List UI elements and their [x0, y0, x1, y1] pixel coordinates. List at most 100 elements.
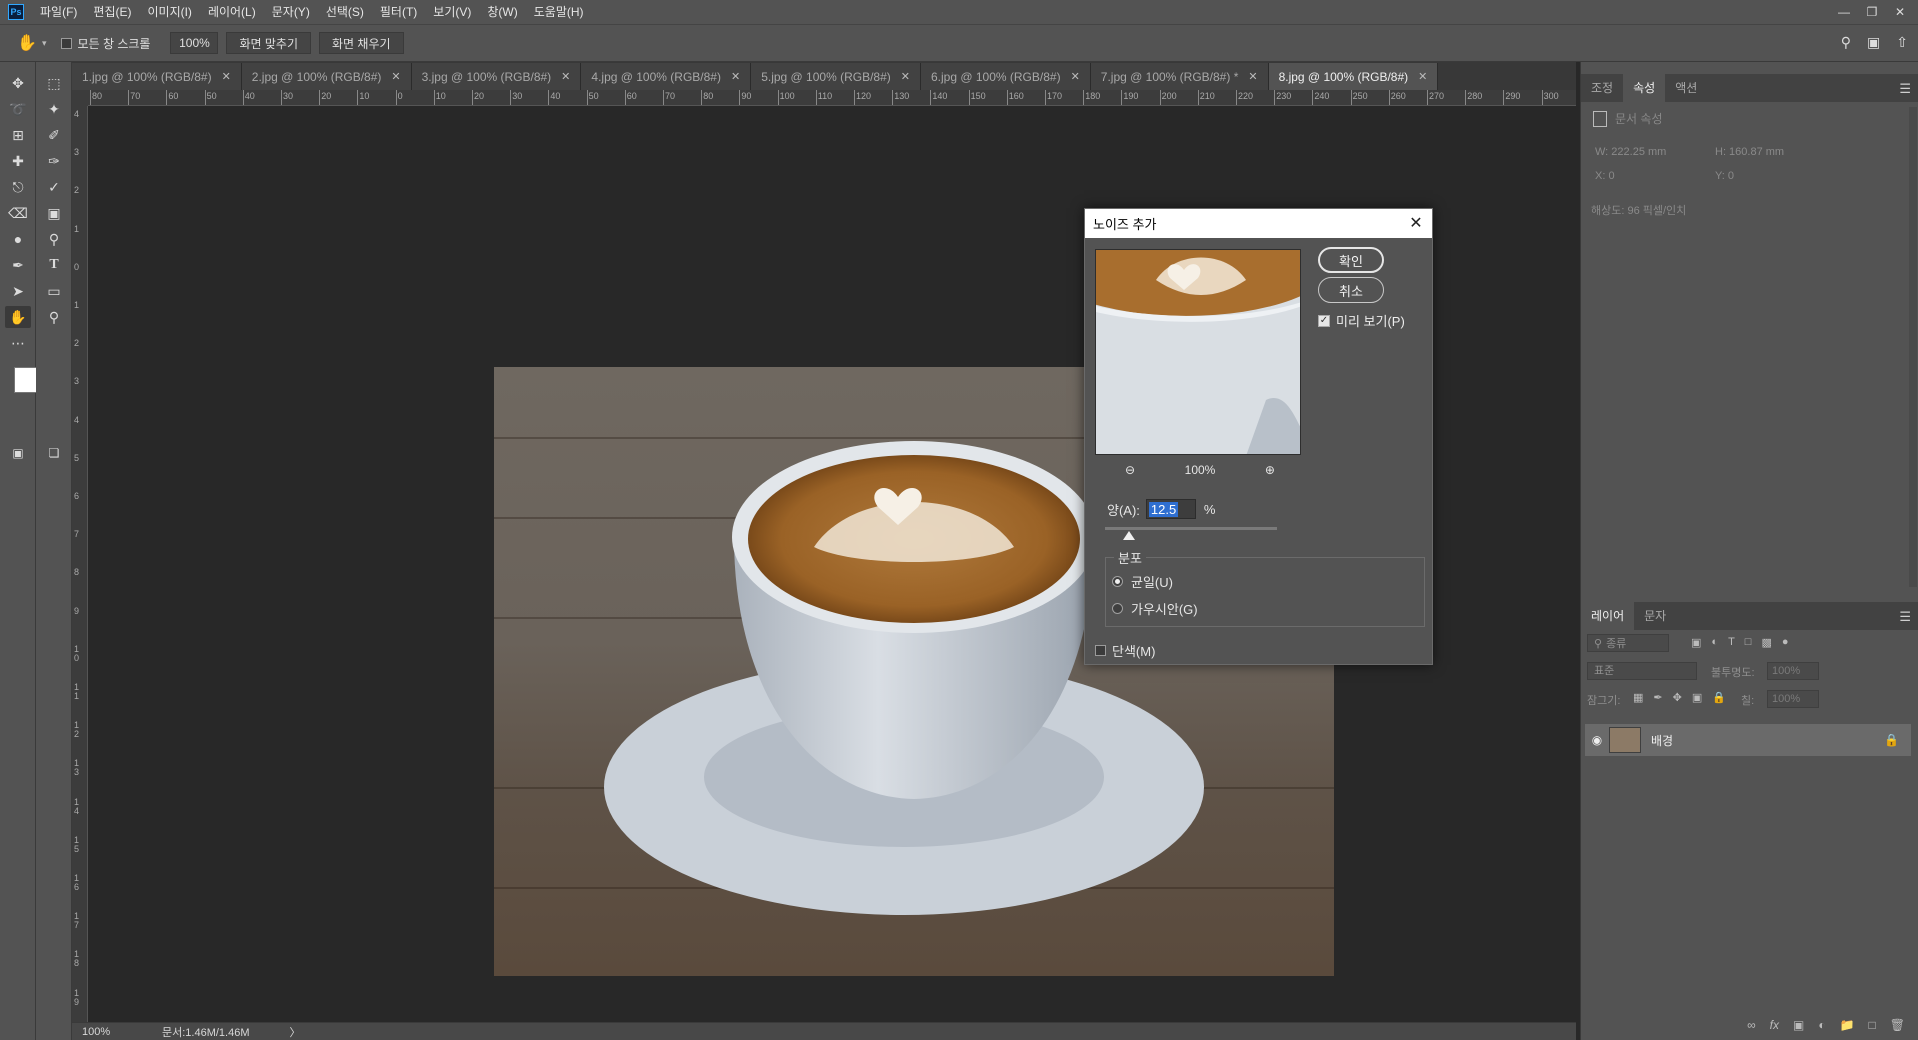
- menu-type[interactable]: 문자(Y): [264, 0, 318, 24]
- menu-window[interactable]: 창(W): [479, 0, 525, 24]
- checkbox-box[interactable]: [1095, 645, 1106, 656]
- history-brush-icon[interactable]: ✓: [41, 176, 67, 198]
- crop-tool-icon[interactable]: ⊞: [5, 124, 31, 146]
- gradient-tool-icon[interactable]: ▣: [41, 202, 67, 224]
- zoom-tool-icon[interactable]: ⚲: [41, 306, 67, 328]
- amount-slider-track[interactable]: [1105, 527, 1277, 530]
- radio-selected-icon[interactable]: [1112, 576, 1123, 587]
- monochrome-checkbox[interactable]: 단색(M): [1095, 641, 1155, 660]
- tab-5[interactable]: 5.jpg @ 100% (RGB/8#) ✕: [751, 63, 921, 90]
- layer-filter-select[interactable]: ⚲ 종류: [1587, 634, 1669, 652]
- menu-layer[interactable]: 레이어(L): [200, 0, 264, 24]
- fit-screen-button[interactable]: 화면 맞추기: [226, 32, 311, 54]
- close-tab-icon[interactable]: ✕: [1248, 70, 1257, 83]
- close-tab-icon[interactable]: ✕: [561, 70, 570, 83]
- amount-field[interactable]: 12.5: [1145, 499, 1196, 519]
- preview-checkbox[interactable]: ✓ 미리 보기(P): [1318, 311, 1405, 330]
- smart-object-filter-icon[interactable]: ▩: [1761, 636, 1771, 649]
- eraser-tool-icon[interactable]: ⌫: [5, 202, 31, 224]
- lasso-tool-icon[interactable]: ➰: [5, 98, 31, 120]
- status-zoom[interactable]: 100%: [82, 1026, 152, 1038]
- screen-mode-icon[interactable]: ❏: [41, 442, 67, 464]
- tab-3[interactable]: 3.jpg @ 100% (RGB/8#) ✕: [411, 63, 582, 90]
- trash-icon[interactable]: 🗑: [1890, 1018, 1905, 1032]
- share-icon[interactable]: ⇧: [1896, 34, 1908, 51]
- uniform-radio[interactable]: 균일(U): [1112, 572, 1173, 591]
- more-tools-icon[interactable]: ⋯: [5, 332, 31, 354]
- search-icon[interactable]: ⚲: [1841, 34, 1851, 51]
- hand-tool-icon[interactable]: ✋: [5, 306, 31, 328]
- amount-slider-thumb[interactable]: [1123, 531, 1135, 540]
- panel-menu-icon[interactable]: ☰: [1899, 81, 1911, 97]
- tab-type[interactable]: 문자: [1634, 602, 1676, 630]
- close-tab-icon[interactable]: ✕: [731, 70, 740, 83]
- scroll-all-windows-checkbox[interactable]: 모든 창 스크롤: [60, 35, 150, 52]
- workspace-icon[interactable]: ▣: [1867, 34, 1880, 51]
- clone-stamp-icon[interactable]: ⎋: [5, 176, 31, 198]
- close-tab-icon[interactable]: ✕: [901, 70, 910, 83]
- lock-position-icon[interactable]: ✥: [1673, 691, 1682, 704]
- menu-help[interactable]: 도움말(H): [526, 0, 592, 24]
- chevron-down-icon[interactable]: ▾: [42, 38, 47, 49]
- menu-select[interactable]: 선택(S): [318, 0, 372, 24]
- adjustment-layer-icon[interactable]: ◐: [1818, 1018, 1825, 1032]
- menu-view[interactable]: 보기(V): [425, 0, 479, 24]
- tab-layers[interactable]: 레이어: [1581, 602, 1635, 630]
- radio-unselected-icon[interactable]: [1112, 603, 1123, 614]
- fx-icon[interactable]: fx: [1770, 1018, 1779, 1032]
- ok-button[interactable]: 확인: [1318, 247, 1384, 273]
- status-arrow-icon[interactable]: 〉: [290, 1024, 301, 1040]
- shape-filter-icon[interactable]: □: [1745, 636, 1752, 649]
- zoom-in-icon[interactable]: ⊕: [1265, 463, 1275, 477]
- marquee-tool-icon[interactable]: ⬚: [41, 72, 67, 94]
- fill-screen-button[interactable]: 화면 채우기: [319, 32, 404, 54]
- new-layer-icon[interactable]: □: [1869, 1018, 1876, 1032]
- type-filter-icon[interactable]: T: [1728, 636, 1735, 649]
- menu-edit[interactable]: 편집(E): [85, 0, 139, 24]
- checkbox-box[interactable]: [60, 37, 72, 49]
- tab-actions[interactable]: 액션: [1665, 74, 1707, 102]
- brush-tool-icon[interactable]: ✑: [41, 150, 67, 172]
- lock-all-icon[interactable]: 🔒: [1712, 691, 1726, 704]
- dodge-tool-icon[interactable]: ⚲: [41, 228, 67, 250]
- lock-artboard-icon[interactable]: ▣: [1692, 691, 1702, 704]
- blur-tool-icon[interactable]: ●: [5, 228, 31, 250]
- menu-filter[interactable]: 필터(T): [372, 0, 425, 24]
- tab-properties[interactable]: 속성: [1623, 74, 1666, 102]
- fill-field[interactable]: 100%: [1767, 690, 1819, 708]
- menu-image[interactable]: 이미지(I): [139, 0, 199, 24]
- tab-6[interactable]: 6.jpg @ 100% (RGB/8#) ✕: [920, 63, 1091, 90]
- blend-mode-select[interactable]: 표준: [1587, 662, 1697, 680]
- type-tool-icon[interactable]: T: [41, 254, 67, 276]
- magic-wand-icon[interactable]: ✦: [41, 98, 67, 120]
- close-icon[interactable]: ✕: [1406, 213, 1426, 233]
- scrollbar[interactable]: [1909, 107, 1917, 587]
- lock-transparent-icon[interactable]: ▦: [1633, 691, 1643, 704]
- minimize-icon[interactable]: —: [1830, 0, 1858, 24]
- eyedropper-icon[interactable]: ✐: [41, 124, 67, 146]
- checkbox-checked-icon[interactable]: ✓: [1318, 314, 1330, 327]
- link-layers-icon[interactable]: ∞: [1747, 1018, 1756, 1032]
- lock-icon[interactable]: 🔒: [1884, 733, 1899, 747]
- tab-7[interactable]: 7.jpg @ 100% (RGB/8#) * ✕: [1090, 63, 1269, 90]
- menu-file[interactable]: 파일(F): [32, 0, 85, 24]
- rectangle-tool-icon[interactable]: ▭: [41, 280, 67, 302]
- cancel-button[interactable]: 취소: [1318, 277, 1384, 303]
- tab-2[interactable]: 2.jpg @ 100% (RGB/8#) ✕: [241, 63, 412, 90]
- tab-adjustments[interactable]: 조정: [1581, 74, 1623, 102]
- hand-tool-preset-icon[interactable]: ✋: [12, 33, 42, 53]
- close-tab-icon[interactable]: ✕: [391, 70, 400, 83]
- healing-brush-icon[interactable]: ✚: [5, 150, 31, 172]
- zoom-out-icon[interactable]: ⊖: [1125, 463, 1135, 477]
- tab-1[interactable]: 1.jpg @ 100% (RGB/8#) ✕: [72, 63, 242, 90]
- panel-menu-icon[interactable]: ☰: [1899, 609, 1911, 625]
- tab-8[interactable]: 8.jpg @ 100% (RGB/8#) ✕: [1268, 63, 1439, 90]
- close-tab-icon[interactable]: ✕: [1418, 70, 1427, 83]
- zoom-value-field[interactable]: 100%: [170, 32, 219, 54]
- adjustment-filter-icon[interactable]: ◐: [1711, 636, 1718, 649]
- new-group-icon[interactable]: 📁: [1840, 1018, 1855, 1032]
- move-tool-icon[interactable]: ✥: [5, 72, 31, 94]
- filter-toggle-icon[interactable]: ●: [1782, 636, 1789, 649]
- lock-pixels-icon[interactable]: ✒: [1653, 691, 1662, 704]
- tab-4[interactable]: 4.jpg @ 100% (RGB/8#) ✕: [581, 63, 752, 90]
